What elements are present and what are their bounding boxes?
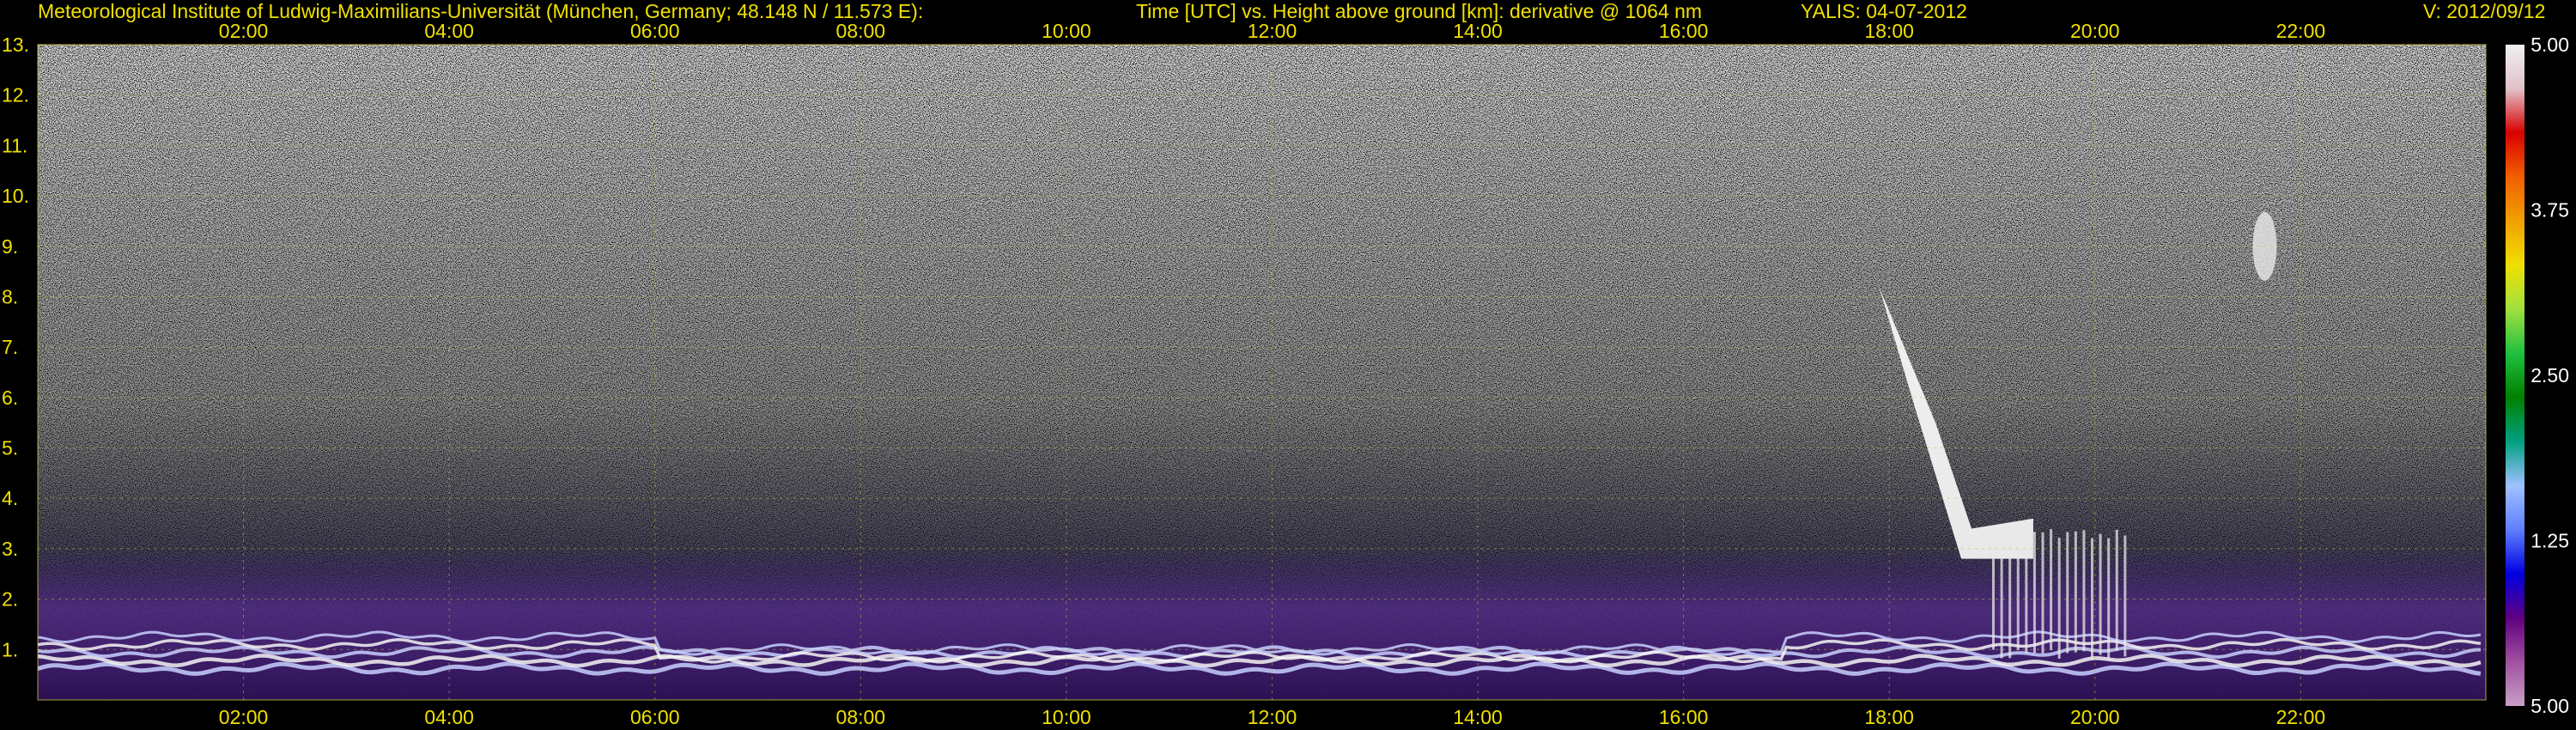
x-tick-label-bottom: 14:00	[1453, 706, 1503, 728]
cloud-column	[1992, 529, 1995, 650]
x-tick-label-bottom: 08:00	[836, 706, 886, 728]
colorbar-bar	[2506, 45, 2524, 706]
lidar-chart: 02:00 02:00 04:00 04:00 06:00 06:00 08:00 08:00…	[0, 0, 2576, 730]
y-tick-label: 1.	[2, 638, 18, 660]
y-tick-label: 9.	[2, 235, 18, 258]
colorbar-label: 2.50	[2530, 364, 2569, 386]
x-tick-label-bottom: 06:00	[630, 706, 680, 728]
x-tick-label-top: 22:00	[2276, 20, 2326, 42]
y-tick-label: 11.	[2, 134, 27, 156]
x-tick-label-bottom: 10:00	[1042, 706, 1091, 728]
y-tick-label: 6.	[2, 386, 18, 409]
y-tick-label: 2.	[2, 588, 18, 611]
cloud-column	[2066, 532, 2069, 654]
x-tick-label-bottom: 02:00	[219, 706, 269, 728]
x-tick-label-bottom: 12:00	[1248, 706, 1297, 728]
colorbar-label: 5.00	[2530, 33, 2569, 56]
aerosol-layer	[38, 549, 2486, 700]
cloud-column	[2091, 538, 2093, 660]
colorbar-label: 3.75	[2530, 199, 2569, 222]
cloud-column	[2075, 532, 2077, 653]
x-tick-label-top: 14:00	[1453, 20, 1503, 42]
cloud-column	[2042, 532, 2044, 654]
cloud-column	[2116, 530, 2118, 651]
cloud-column	[2123, 536, 2126, 657]
x-tick-label-top: 06:00	[630, 20, 680, 42]
cloud-column	[2107, 538, 2110, 660]
y-tick-label: 5.	[2, 437, 18, 459]
y-tick-label: 10.	[2, 185, 29, 207]
y-tick-label: 13.	[2, 33, 29, 56]
x-tick-label-top: 16:00	[1659, 20, 1709, 42]
x-tick-label-bottom: 18:00	[1864, 706, 1914, 728]
colorbar-label: 1.25	[2530, 530, 2569, 552]
x-tick-label-top: 12:00	[1248, 20, 1297, 42]
cloud-column	[2001, 538, 2003, 659]
colorbar: 5.00 3.75 2.50 1.25 5.00	[2506, 33, 2569, 717]
colorbar-label: 5.00	[2530, 695, 2569, 717]
cloud-column	[2017, 529, 2020, 650]
cloud-column	[2058, 538, 2061, 659]
x-tick-label-top: 04:00	[424, 20, 474, 42]
x-tick-label-bottom: 20:00	[2070, 706, 2120, 728]
y-tick-label: 8.	[2, 285, 18, 307]
x-tick-label-top: 10:00	[1042, 20, 1091, 42]
y-tick-label: 3.	[2, 538, 18, 560]
y-tick-label: 12.	[2, 84, 29, 106]
x-tick-label-top: 08:00	[836, 20, 886, 42]
x-tick-label-bottom: 22:00	[2276, 706, 2326, 728]
cloud-column	[2099, 534, 2102, 655]
x-tick-label-top: 20:00	[2070, 20, 2120, 42]
cloud-column	[2025, 532, 2027, 653]
cloud-column	[2082, 530, 2085, 651]
cloud-column	[2008, 537, 2011, 658]
y-tick-label: 4.	[2, 487, 18, 509]
y-tick-label: 7.	[2, 336, 18, 358]
x-tick-label-bottom: 04:00	[424, 706, 474, 728]
cloud-column	[2050, 529, 2052, 650]
plot-area	[38, 45, 2486, 700]
x-tick-label-bottom: 16:00	[1659, 706, 1709, 728]
x-tick-label-top: 18:00	[1864, 20, 1914, 42]
cloud-column	[2033, 532, 2036, 653]
x-tick-label-top: 02:00	[219, 20, 269, 42]
